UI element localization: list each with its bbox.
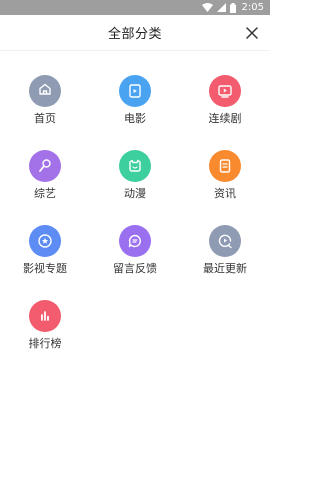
- category-item-10[interactable]: 排行榜: [0, 300, 90, 350]
- category-item-9[interactable]: 最近更新: [180, 225, 270, 275]
- category-item-2[interactable]: 电影: [90, 75, 180, 125]
- page-title: 全部分类: [107, 27, 162, 42]
- category-label: 影视专题: [23, 262, 67, 275]
- category-label: 首页: [34, 112, 56, 125]
- signal-icon: [216, 3, 226, 12]
- category-item-8[interactable]: 留言反馈: [90, 225, 180, 275]
- close-icon: [246, 27, 258, 39]
- close-button[interactable]: [242, 23, 262, 43]
- status-time: 2:05: [241, 2, 264, 13]
- category-label: 最近更新: [203, 262, 247, 275]
- anime-face-icon: [119, 150, 151, 182]
- category-item-1[interactable]: 首页: [0, 75, 90, 125]
- movie-icon: [119, 75, 151, 107]
- category-label: 电影: [124, 112, 146, 125]
- ranking-bars-icon: [29, 300, 61, 332]
- battery-icon: [229, 2, 236, 13]
- category-label: 排行榜: [28, 337, 62, 350]
- news-icon: [209, 150, 241, 182]
- category-item-4[interactable]: 综艺: [0, 150, 90, 200]
- header: 全部分类: [0, 15, 270, 51]
- microphone-icon: [29, 150, 61, 182]
- category-grid: 首页 电影 连续剧综艺 动漫 资讯影视专题 留言反馈 最近更新排行榜: [0, 75, 270, 350]
- category-label: 综艺: [34, 187, 56, 200]
- category-item-3[interactable]: 连续剧: [180, 75, 270, 125]
- home-icon: [29, 75, 61, 107]
- category-label: 连续剧: [208, 112, 242, 125]
- topic-star-icon: [29, 225, 61, 257]
- category-label: 动漫: [124, 187, 146, 200]
- feedback-chat-icon: [119, 225, 151, 257]
- category-item-5[interactable]: 动漫: [90, 150, 180, 200]
- status-bar: 2:05: [0, 0, 270, 15]
- category-label: 留言反馈: [113, 262, 157, 275]
- category-item-7[interactable]: 影视专题: [0, 225, 90, 275]
- category-label: 资讯: [214, 187, 236, 200]
- recent-play-icon: [209, 225, 241, 257]
- tv-series-icon: [209, 75, 241, 107]
- category-item-6[interactable]: 资讯: [180, 150, 270, 200]
- wifi-icon: [201, 3, 213, 12]
